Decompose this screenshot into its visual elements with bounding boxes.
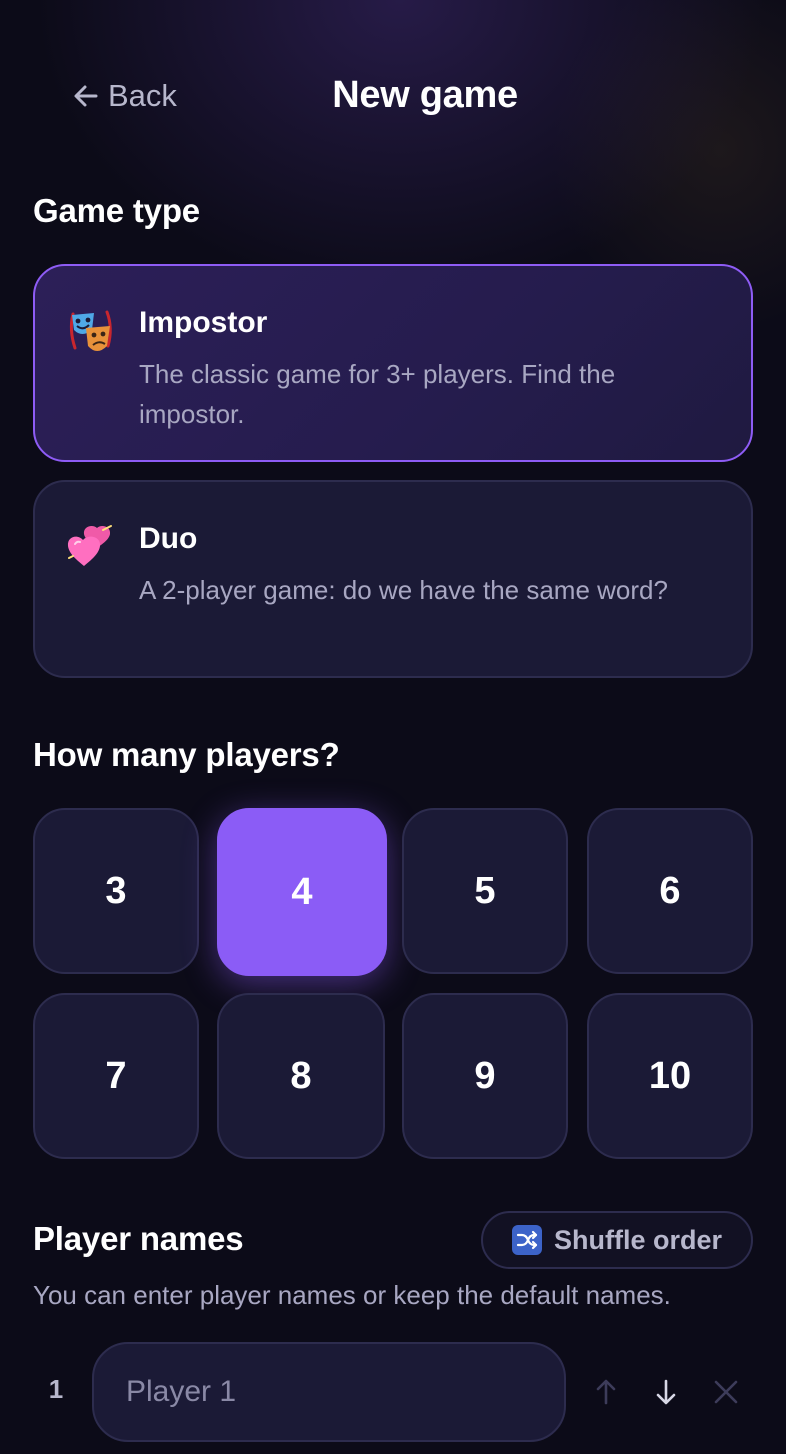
player-row-index: 1 — [48, 1374, 64, 1404]
player-count-option[interactable]: 6 — [587, 808, 753, 974]
game-type-description: A 2-player game: do we have the same wor… — [139, 575, 668, 605]
shuffle-order-label: Shuffle order — [553, 1224, 722, 1255]
arrow-down-icon — [656, 1379, 676, 1405]
player-names-title: Player names — [33, 1220, 244, 1257]
shuffle-icon — [511, 1225, 542, 1255]
game-type-name: Duo — [139, 522, 198, 555]
header: Back New game — [0, 60, 786, 134]
player-count-option[interactable]: 8 — [217, 993, 385, 1159]
player-count-option[interactable]: 3 — [33, 808, 199, 974]
move-up-button[interactable] — [586, 1372, 626, 1412]
game-type-title: Game type — [33, 192, 200, 229]
arrow-up-icon — [596, 1379, 616, 1405]
two-hearts-icon — [67, 524, 115, 572]
player-name-input[interactable] — [92, 1342, 566, 1442]
game-type-description: The classic game for 3+ players. Find th… — [139, 359, 616, 429]
page-title: New game — [332, 74, 518, 116]
move-down-button[interactable] — [646, 1372, 686, 1412]
shuffle-order-button[interactable]: Shuffle order — [481, 1211, 753, 1269]
player-names-hint: You can enter player names or keep the d… — [33, 1280, 671, 1310]
player-count-option[interactable]: 10 — [587, 993, 753, 1159]
player-count-title: How many players? — [33, 736, 340, 773]
game-type-impostor-card[interactable]: Impostor The classic game for 3+ players… — [33, 264, 753, 462]
player-count-option[interactable]: 7 — [33, 993, 199, 1159]
player-count-option[interactable]: 5 — [402, 808, 568, 974]
game-type-name: Impostor — [139, 306, 268, 339]
player-count-option-selected[interactable]: 4 — [217, 808, 387, 976]
theater-masks-icon — [67, 308, 115, 356]
game-type-duo-card[interactable]: Duo A 2-player game: do we have the same… — [33, 480, 753, 678]
remove-player-button[interactable] — [706, 1372, 746, 1412]
player-count-option[interactable]: 9 — [402, 993, 568, 1159]
close-icon — [714, 1380, 738, 1404]
